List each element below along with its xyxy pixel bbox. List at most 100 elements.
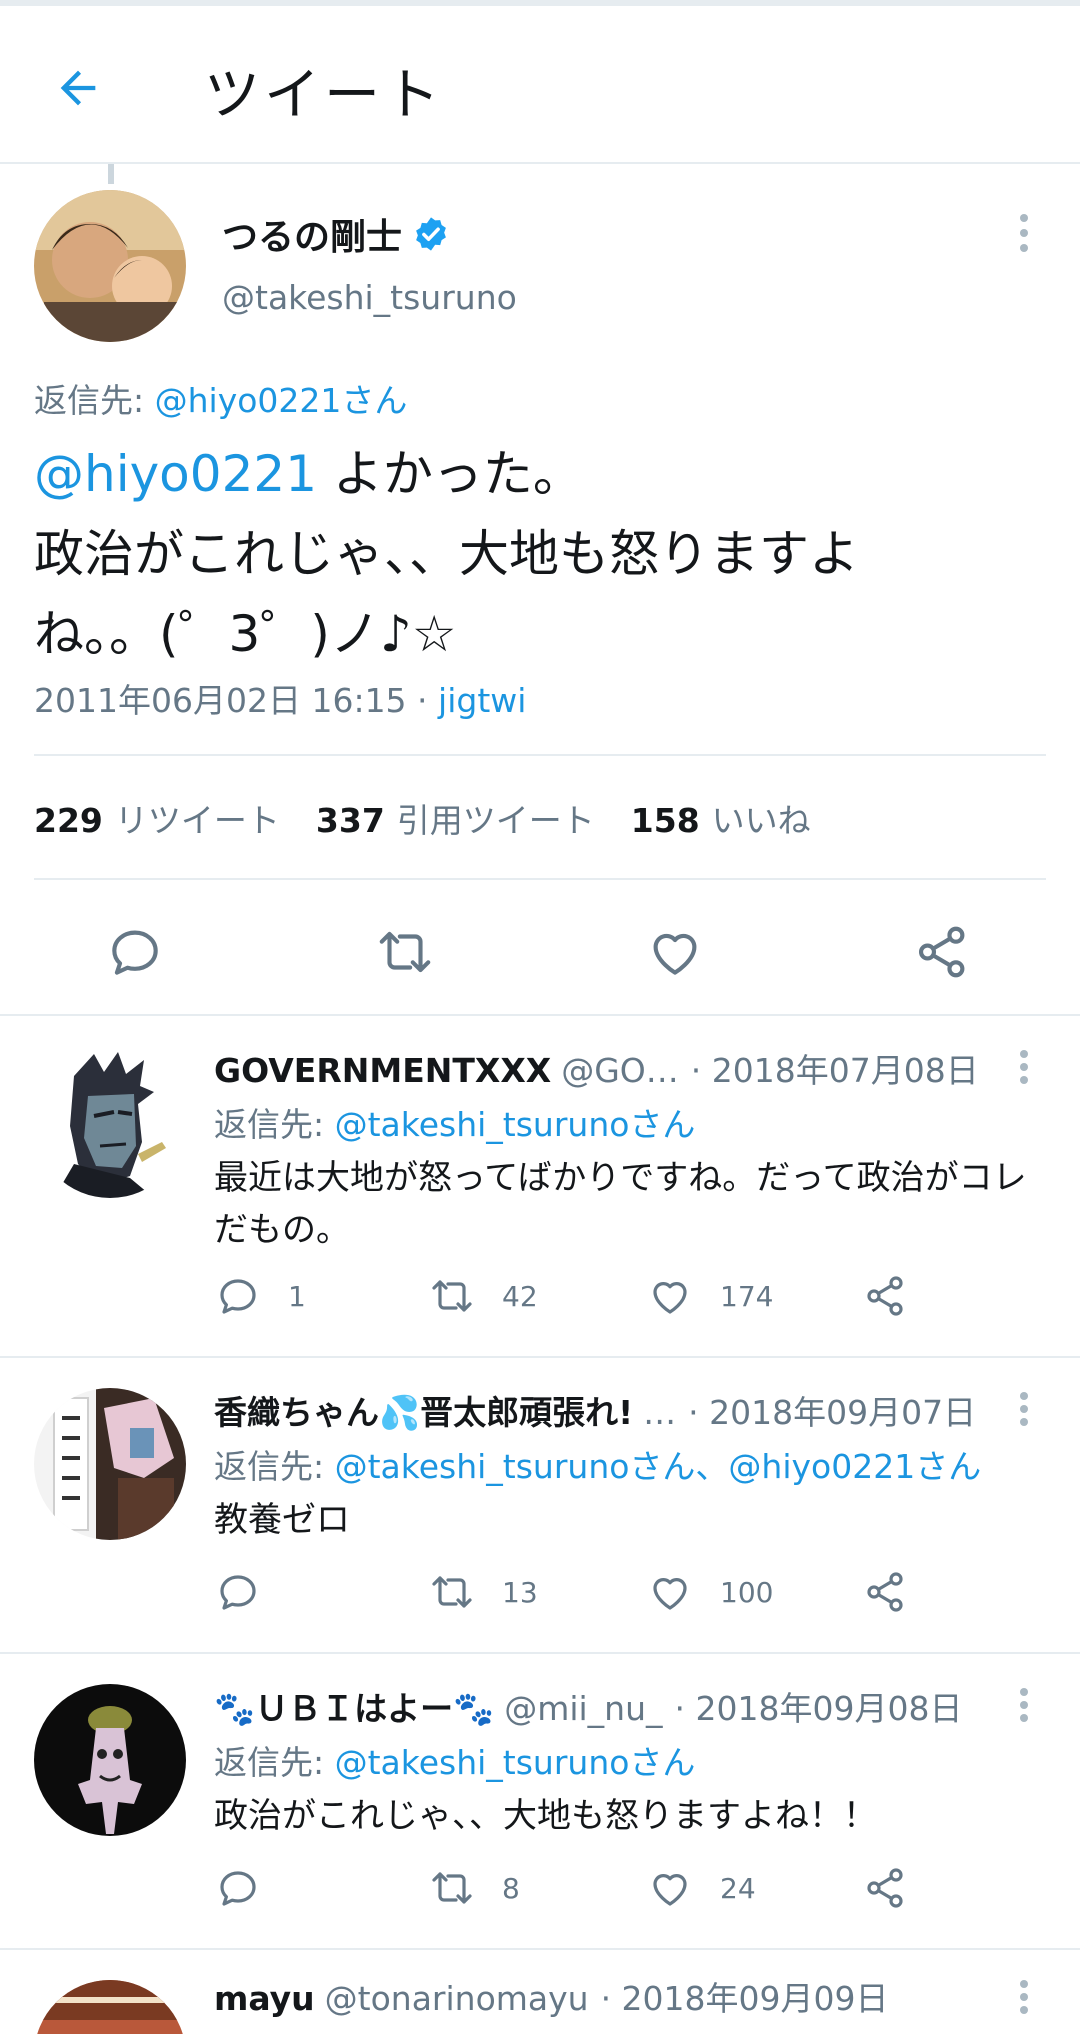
retweet-button[interactable]: 8 (428, 1864, 520, 1912)
reply-author-name[interactable]: GOVERNMENTXXX (214, 1051, 551, 1090)
reply-date[interactable]: · 2018年09月09日 (601, 1972, 889, 2020)
like-button[interactable]: 174 (646, 1272, 773, 1320)
reply-author-handle: … (643, 1393, 677, 1432)
verified-badge-icon (416, 217, 446, 251)
reply-to-link[interactable]: @hiyo0221さん (155, 381, 408, 420)
reply-to: 返信先: @takeshi_tsurunoさん、@hiyo0221さん (214, 1440, 981, 1488)
like-icon[interactable] (644, 921, 706, 983)
divider (34, 754, 1046, 756)
tweet-text: @hiyo0221 よかった。 政治がこれじゃ、、大地も怒りますよ ね。。(゜3… (34, 434, 1044, 674)
retweet-count: 8 (502, 1871, 520, 1905)
reply-header: GOVERNMENTXXX @GO… · 2018年07月08日 (214, 1044, 984, 1092)
like-button[interactable]: 100 (646, 1568, 773, 1616)
reply-avatar[interactable] (34, 1980, 186, 2034)
reply-to: 返信先: @takeshi_tsurunoさん (214, 1736, 695, 1784)
reply-date[interactable]: · 2018年07月08日 (691, 1044, 979, 1092)
quotes-count: 337 (315, 801, 385, 840)
retweet-icon (432, 1280, 472, 1312)
back-button[interactable] (48, 58, 108, 118)
likes-count: 158 (630, 801, 700, 840)
tweet-source[interactable]: jigtwi (438, 681, 526, 720)
reply-button[interactable] (214, 1864, 288, 1912)
share-icon[interactable] (912, 921, 974, 983)
reply-author-name[interactable]: mayu (214, 1979, 315, 2018)
retweet-icon (432, 1576, 472, 1608)
reply-icon (220, 1279, 256, 1314)
share-button[interactable] (862, 1568, 910, 1616)
share-button[interactable] (862, 1864, 910, 1912)
reply-header: 🐾ＵＢＩはよー🐾 @mii_nu_ · 2018年09月08日 (214, 1682, 984, 1730)
reply-tweet[interactable]: 香織ちゃん💦晋太郎頑張れ! … · 2018年09月07日 返信先: @take… (0, 1358, 1080, 1652)
reply-text: 最近は大地が怒ってばかりですね。だって政治がコレだもの。 (214, 1158, 1027, 1250)
reply-to-link[interactable]: @takeshi_tsurunoさん、@hiyo0221さん (335, 1447, 982, 1486)
like-icon (653, 1578, 687, 1610)
reply-tweet[interactable]: GOVERNMENTXXX @GO… · 2018年07月08日 返信先: @t… (0, 1016, 1080, 1356)
reply-to-prefix: 返信先: (214, 1105, 335, 1144)
page-title: ツイート (204, 63, 444, 128)
reply-author-name[interactable]: 香織ちゃん💦晋太郎頑張れ! (214, 1386, 633, 1434)
like-count: 174 (720, 1279, 774, 1313)
like-icon (653, 1282, 687, 1314)
back-arrow-icon (60, 70, 96, 106)
like-icon (653, 1874, 687, 1906)
reply-icon (220, 1575, 256, 1610)
reply-to-link[interactable]: @takeshi_tsurunoさん (335, 1105, 696, 1144)
reply-avatar[interactable] (34, 1684, 186, 1836)
reply-tweet[interactable]: 🐾ＵＢＩはよー🐾 @mii_nu_ · 2018年09月08日 返信先: @ta… (0, 1654, 1080, 1948)
reply-to-prefix: 返信先: (34, 381, 155, 420)
reply-to-prefix: 返信先: (214, 1447, 335, 1486)
quotes-label: 引用ツイート (396, 801, 595, 840)
like-count: 24 (720, 1871, 756, 1905)
reply-avatar[interactable] (34, 1388, 186, 1540)
like-count: 100 (720, 1575, 774, 1609)
reply-actions: 13 100 (214, 1568, 994, 1624)
reply-button[interactable] (214, 1568, 288, 1616)
reply-count: 1 (288, 1279, 306, 1313)
retweet-icon (432, 1872, 472, 1904)
share-icon (867, 1572, 903, 1612)
quotes-stat[interactable]: 337 引用ツイート (316, 794, 595, 842)
reply-author-name[interactable]: 🐾ＵＢＩはよー🐾 (214, 1682, 494, 1730)
reply-text: 政治がこれじゃ、、大地も怒りますよね！！ (214, 1796, 877, 1836)
retweet-button[interactable]: 13 (428, 1568, 538, 1616)
reply-actions: 8 24 (214, 1864, 994, 1920)
reply-avatar[interactable] (34, 1046, 186, 1198)
app-header: ツイート (0, 6, 1080, 164)
reply-button[interactable]: 1 (214, 1272, 306, 1320)
tweet-stats: 229 リツイート 337 引用ツイート 158 いいね (34, 794, 811, 842)
reply-to: 返信先: @takeshi_tsurunoさん (214, 1098, 695, 1146)
retweets-label: リツイート (114, 801, 280, 840)
reply-to: 返信先: @hiyo0221さん (34, 374, 407, 422)
share-button[interactable] (862, 1272, 910, 1320)
likes-stat[interactable]: 158 いいね (631, 794, 811, 842)
reply-to-link[interactable]: @takeshi_tsurunoさん (335, 1743, 696, 1782)
retweet-count: 42 (502, 1279, 538, 1313)
reply-text: 教養ゼロ (214, 1500, 350, 1540)
more-icon[interactable] (1014, 1688, 1034, 1722)
retweet-button[interactable]: 42 (428, 1272, 538, 1320)
more-icon[interactable] (1014, 1050, 1034, 1084)
more-icon[interactable] (1014, 1980, 1034, 2014)
retweet-icon[interactable] (374, 921, 436, 983)
reply-tweet[interactable]: mayu @tonarinomayu · 2018年09月09日 (0, 1950, 1080, 2034)
reply-date[interactable]: · 2018年09月07日 (688, 1386, 976, 1434)
reply-date[interactable]: · 2018年09月08日 (675, 1682, 963, 1730)
likes-label: いいね (711, 801, 811, 840)
more-icon[interactable] (1014, 1392, 1034, 1426)
reply-author-handle: @mii_nu_ (504, 1689, 663, 1728)
like-button[interactable]: 24 (646, 1864, 756, 1912)
retweet-count: 13 (502, 1575, 538, 1609)
tweet-mention[interactable]: @hiyo0221 (34, 445, 317, 503)
author-name[interactable]: つるの剛士 (222, 208, 450, 260)
retweets-count: 229 (34, 801, 103, 840)
author-handle: @takeshi_tsuruno (222, 278, 517, 317)
more-icon[interactable] (1014, 214, 1034, 252)
tweet-actions (0, 901, 1080, 1001)
author-avatar[interactable] (34, 190, 186, 342)
reply-header: 香織ちゃん💦晋太郎頑張れ! … · 2018年09月07日 (214, 1386, 984, 1434)
retweets-stat[interactable]: 229 リツイート (34, 794, 280, 842)
tweet-meta: 2011年06月02日 16:15 · jigtwi (34, 674, 526, 722)
reply-icon[interactable] (104, 921, 166, 983)
share-icon (867, 1276, 903, 1316)
divider (34, 878, 1046, 880)
